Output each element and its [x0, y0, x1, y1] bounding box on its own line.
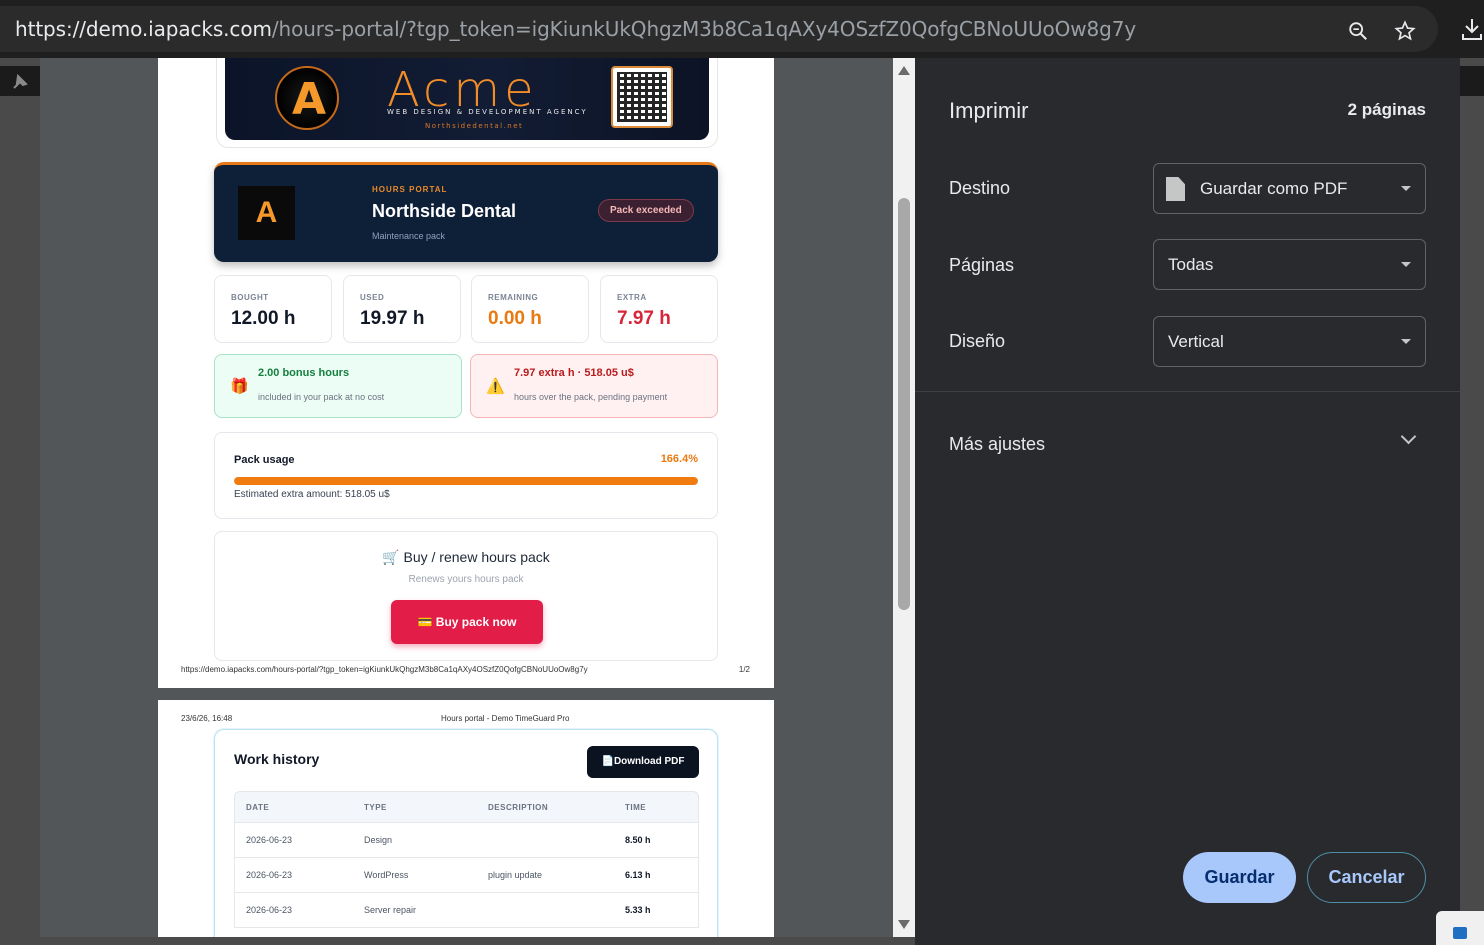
cancel-button[interactable]: Cancelar	[1307, 852, 1426, 903]
address-bar[interactable]: https://demo.iapacks.com/hours-portal/?t…	[0, 6, 1438, 52]
divider	[915, 391, 1460, 392]
preview-page-2: 23/6/26, 16:48 Hours portal - Demo TimeG…	[158, 700, 774, 937]
preview-page-1: A Acme WEB DESIGN & DEVELOPMENT AGENCY N…	[158, 58, 774, 688]
dropdown-caret-icon	[1401, 339, 1411, 344]
banner-site: Northsidedental.net	[425, 122, 524, 130]
page-footer-url: https://demo.iapacks.com/hours-portal/?t…	[181, 665, 588, 674]
buy-pack-card: 🛒 Buy / renew hours pack Renews yours ho…	[214, 531, 718, 661]
page-footer-number: 1/2	[738, 665, 750, 674]
print-settings-panel: Imprimir 2 páginas Destino Guardar como …	[915, 58, 1460, 945]
layout-select[interactable]: Vertical	[1153, 316, 1426, 367]
chevron-down-icon[interactable]	[1400, 428, 1417, 445]
pin-icon	[0, 66, 40, 96]
url-text[interactable]: https://demo.iapacks.com/hours-portal/?t…	[15, 6, 1136, 52]
browser-toolbar: https://demo.iapacks.com/hours-portal/?t…	[0, 0, 1484, 58]
portal-eyebrow: HOURS PORTAL	[372, 185, 448, 194]
acme-logo-icon: A	[275, 66, 339, 130]
work-history-card: Work history 📄Download PDF DATE TYPE DES…	[214, 729, 718, 937]
download-pdf-button[interactable]: 📄Download PDF	[587, 746, 699, 778]
destination-label: Destino	[949, 178, 1011, 198]
stat-remaining: REMAINING 0.00 h	[471, 275, 589, 343]
table-row: 2026-06-23 Design 8.50 h	[234, 823, 699, 858]
download-icon[interactable]	[1460, 16, 1484, 42]
client-logo-icon: A	[238, 186, 295, 240]
extra-hours-note: ⚠️ 7.97 extra h · 518.05 u$ hours over t…	[470, 354, 718, 418]
print-preview[interactable]: A Acme WEB DESIGN & DEVELOPMENT AGENCY N…	[40, 58, 893, 937]
bookmark-star-icon[interactable]	[1394, 20, 1416, 42]
qr-code-icon	[611, 66, 673, 128]
dropdown-caret-icon	[1401, 186, 1411, 191]
client-name: Northside Dental	[372, 201, 517, 221]
credit-card-icon: 💳	[417, 615, 433, 629]
layout-label: Diseño	[949, 331, 1006, 351]
gift-icon: 🎁	[230, 378, 249, 395]
warning-icon: ⚠️	[486, 378, 505, 395]
table-row: 2026-06-23 WordPress plugin update 6.13 …	[234, 858, 699, 893]
table-row: 2026-06-23 Server repair 5.33 h	[234, 893, 699, 928]
print-title: Imprimir	[949, 98, 1029, 123]
banner-tagline: WEB DESIGN & DEVELOPMENT AGENCY	[387, 108, 588, 116]
save-button[interactable]: Guardar	[1183, 852, 1296, 903]
taskbar-widget-icon[interactable]	[1436, 911, 1484, 945]
cart-icon: 🛒	[382, 549, 400, 565]
background-toolbar-strip	[1460, 66, 1484, 96]
destination-select[interactable]: Guardar como PDF	[1153, 163, 1426, 214]
stat-used: USED 19.97 h	[343, 275, 461, 343]
work-history-table: DATE TYPE DESCRIPTION TIME 2026-06-23 De…	[234, 791, 699, 928]
scroll-up-arrow-icon[interactable]	[898, 66, 910, 75]
document-icon: 📄	[601, 756, 614, 767]
table-header: DATE TYPE DESCRIPTION TIME	[234, 791, 699, 823]
stat-extra: EXTRA 7.97 h	[600, 275, 718, 343]
bonus-hours-note: 🎁 2.00 bonus hours included in your pack…	[214, 354, 462, 418]
dropdown-caret-icon	[1401, 262, 1411, 267]
stat-bought: BOUGHT 12.00 h	[214, 275, 332, 343]
usage-percent: 166.4%	[660, 453, 698, 465]
pages-label: Páginas	[949, 255, 1015, 275]
file-icon	[1166, 177, 1185, 201]
page-count: 2 páginas	[1347, 100, 1426, 119]
scroll-down-arrow-icon[interactable]	[898, 920, 910, 929]
scrollbar-thumb[interactable]	[898, 198, 910, 610]
pack-usage-card: Pack usage 166.4% Estimated extra amount…	[214, 432, 718, 519]
pages-select[interactable]: Todas	[1153, 239, 1426, 290]
page-header-date: 23/6/26, 16:48	[181, 714, 233, 723]
brand-banner: A Acme WEB DESIGN & DEVELOPMENT AGENCY N…	[216, 58, 718, 148]
work-history-title: Work history	[234, 751, 320, 767]
zoom-icon[interactable]	[1347, 20, 1369, 42]
buy-pack-button[interactable]: 💳 Buy pack now	[391, 600, 543, 644]
usage-progress-bar	[234, 477, 698, 485]
preview-scrollbar[interactable]	[893, 58, 915, 937]
page-header-title: Hours portal - Demo TimeGuard Pro	[441, 714, 570, 723]
more-settings-toggle[interactable]: Más ajustes	[949, 434, 1045, 455]
portal-header-card: A HOURS PORTAL Northside Dental Maintena…	[214, 162, 718, 262]
estimated-extra: Estimated extra amount: 518.05 u$	[234, 489, 390, 500]
status-badge: Pack exceeded	[598, 199, 694, 222]
pack-name: Maintenance pack	[372, 231, 446, 241]
